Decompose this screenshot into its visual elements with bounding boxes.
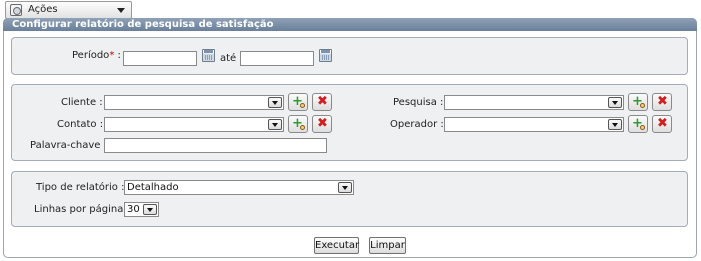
report-type-select[interactable]: Detalhado: [124, 180, 354, 195]
execute-button[interactable]: Executar: [314, 237, 359, 254]
contact-label: Contato :: [57, 119, 104, 130]
chevron-down-icon: [268, 97, 282, 108]
clear-survey-button[interactable]: ✖: [652, 93, 672, 111]
period-end-input[interactable]: [240, 51, 314, 66]
chevron-down-icon: [117, 8, 125, 13]
report-type-label: Tipo de relatório :: [36, 182, 125, 193]
clear-button[interactable]: Limpar: [369, 237, 406, 254]
add-survey-button[interactable]: +: [628, 93, 648, 111]
client-label: Cliente :: [61, 97, 103, 108]
remove-x-icon: ✖: [317, 116, 328, 131]
required-marker: *: [109, 50, 115, 61]
rows-per-page-label: Linhas por página :: [34, 204, 130, 215]
add-operator-button[interactable]: +: [628, 115, 648, 133]
actions-menu-label: Ações: [28, 4, 58, 15]
rows-per-page-select[interactable]: 30: [124, 202, 159, 217]
chevron-down-icon: [608, 119, 622, 130]
clear-operator-button[interactable]: ✖: [652, 115, 672, 133]
add-client-button[interactable]: +: [288, 93, 308, 111]
panel-title: Configurar relatório de pesquisa de sati…: [12, 19, 274, 30]
client-select[interactable]: [104, 95, 284, 110]
chevron-down-icon: [268, 119, 282, 130]
keyword-input[interactable]: [104, 138, 327, 153]
operator-label: Operador :: [390, 119, 444, 130]
clear-client-button[interactable]: ✖: [312, 93, 332, 111]
remove-x-icon: ✖: [317, 94, 328, 109]
actions-menu-button[interactable]: Ações: [5, 1, 132, 19]
chevron-down-icon: [608, 97, 622, 108]
operator-select[interactable]: [444, 117, 624, 132]
remove-x-icon: ✖: [657, 116, 668, 131]
contact-select[interactable]: [104, 117, 284, 132]
calendar-icon[interactable]: [202, 49, 215, 62]
chevron-down-icon: [338, 182, 352, 193]
calendar-icon[interactable]: [319, 49, 332, 62]
period-label: Período* :: [72, 50, 121, 61]
chevron-down-icon: [143, 204, 157, 215]
keyword-label: Palavra-chave :: [30, 140, 107, 151]
survey-select[interactable]: [444, 95, 624, 110]
period-until-label: até: [220, 53, 237, 64]
clear-contact-button[interactable]: ✖: [312, 115, 332, 133]
survey-label: Pesquisa :: [393, 97, 444, 108]
add-contact-button[interactable]: +: [288, 115, 308, 133]
gear-icon: [10, 4, 22, 16]
remove-x-icon: ✖: [657, 94, 668, 109]
period-start-input[interactable]: [123, 51, 197, 66]
